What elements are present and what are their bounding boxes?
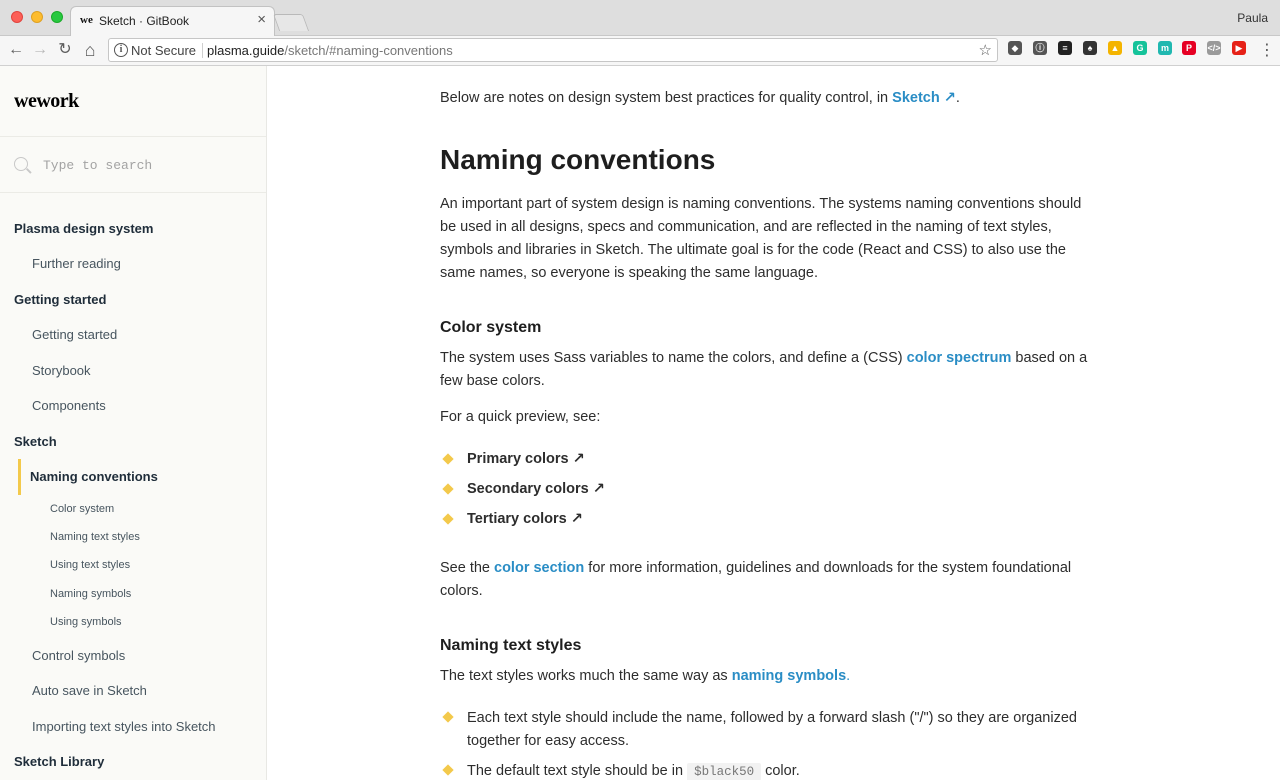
- search-input[interactable]: [43, 154, 253, 176]
- text-style-bullet-2: The default text style should be in $bla…: [467, 760, 1107, 780]
- sidebar-item-components[interactable]: Components: [32, 398, 266, 413]
- text-styles-paragraph: The text styles works much the same way …: [440, 665, 1100, 688]
- primary-colors-link[interactable]: Primary colors ↗: [467, 448, 1107, 471]
- diamond-bullet-icon: [442, 764, 454, 776]
- sidebar-item-control-symbols[interactable]: Control symbols: [32, 648, 266, 663]
- new-tab-button[interactable]: [272, 14, 310, 31]
- sidebar-item-naming-conventions[interactable]: Naming conventions: [30, 469, 266, 484]
- address-bar[interactable]: i Not Secure plasma.guide/sketch/#naming…: [108, 38, 998, 62]
- reload-icon[interactable]: ↻: [55, 40, 75, 60]
- sidebar-item-sketch[interactable]: Sketch: [14, 434, 266, 449]
- secondary-colors-link[interactable]: Secondary colors ↗: [467, 478, 1107, 501]
- url-text[interactable]: plasma.guide/sketch/#naming-conventions: [207, 43, 453, 58]
- sidebar-item-using-symbols[interactable]: Using symbols: [50, 616, 266, 628]
- black50-code: $black50: [687, 763, 762, 780]
- browser-tab-active[interactable]: we Sketch · GitBook ×: [70, 6, 275, 37]
- search-icon: [14, 157, 28, 171]
- back-arrow-icon[interactable]: ←: [6, 40, 26, 60]
- profile-name[interactable]: Paula: [1237, 11, 1268, 25]
- minimize-window-button[interactable]: [31, 11, 43, 23]
- color-section-link[interactable]: color section: [494, 560, 584, 576]
- preview-text: For a quick preview, see:: [440, 409, 601, 425]
- sketch-link[interactable]: Sketch ↗: [892, 90, 956, 106]
- tab-close-icon[interactable]: ×: [257, 11, 266, 28]
- browser-tab-strip: we Sketch · GitBook × Paula: [0, 0, 1280, 37]
- url-path: /sketch/#naming-conventions: [284, 43, 453, 58]
- sidebar-item-sketch-library[interactable]: Sketch Library: [14, 754, 266, 769]
- maximize-window-button[interactable]: [51, 11, 63, 23]
- see-text: See the: [440, 560, 495, 576]
- color-spectrum-link[interactable]: color spectrum: [907, 350, 1012, 366]
- sidebar-divider: [0, 136, 266, 137]
- see-color-paragraph: See the color section for more informati…: [440, 557, 1100, 603]
- sidebar-item-importing-text-styles-into-sketch[interactable]: Importing text styles into Sketch: [32, 719, 266, 734]
- color-system-paragraph: The system uses Sass variables to name t…: [440, 347, 1100, 393]
- wework-logo[interactable]: wework: [14, 90, 79, 113]
- pinterest-extension-icon[interactable]: P: [1182, 41, 1196, 55]
- info-extension-icon[interactable]: ⓘ: [1033, 41, 1047, 55]
- sidebar: wework Plasma design system Further readi…: [0, 66, 267, 780]
- main-content: Below are notes on design system best pr…: [268, 66, 1280, 780]
- code-extension-icon[interactable]: </>: [1207, 41, 1221, 55]
- bookmark-star-icon[interactable]: ☆: [979, 41, 992, 59]
- text-styles-suffix: .: [846, 668, 851, 684]
- sidebar-item-storybook[interactable]: Storybook: [32, 363, 266, 378]
- sidebar-item-getting-started[interactable]: Getting started: [14, 292, 266, 307]
- active-item-indicator: [18, 459, 21, 495]
- home-icon[interactable]: ⌂: [80, 40, 100, 60]
- grammarly-extension-icon[interactable]: G: [1133, 41, 1147, 55]
- bullet2-suffix: color.: [761, 763, 800, 779]
- pocket-extension-icon[interactable]: ◆: [1008, 41, 1022, 55]
- url-separator: [202, 43, 203, 58]
- sidebar-item-plasma-design-system[interactable]: Plasma design system: [14, 221, 266, 236]
- naming-text-styles-heading: Naming text styles: [440, 637, 582, 654]
- security-label[interactable]: Not Secure: [131, 43, 196, 58]
- drive-extension-icon[interactable]: ▲: [1108, 41, 1122, 55]
- page-heading: Naming conventions: [440, 144, 716, 175]
- color-system-heading: Color system: [440, 319, 542, 336]
- diamond-bullet-icon: [442, 453, 454, 465]
- url-host: plasma.guide: [207, 43, 285, 58]
- evernote-extension-icon[interactable]: ♠: [1083, 41, 1097, 55]
- intro-text: Below are notes on design system best pr…: [440, 90, 893, 106]
- tertiary-colors-link[interactable]: Tertiary colors ↗: [467, 508, 1107, 531]
- buffer-extension-icon[interactable]: ≡: [1058, 41, 1072, 55]
- text-style-bullet-1: Each text style should include the name,…: [467, 710, 1077, 749]
- intro-paragraph: Below are notes on design system best pr…: [440, 87, 1100, 110]
- browser-menu-icon[interactable]: ⋮: [1259, 40, 1275, 60]
- naming-symbols-link[interactable]: naming symbols: [732, 668, 846, 684]
- naming-paragraph: An important part of system design is na…: [440, 196, 1082, 281]
- tab-title: Sketch · GitBook: [99, 14, 190, 28]
- color-text: The system uses Sass variables to name t…: [440, 350, 907, 366]
- diamond-bullet-icon: [442, 483, 454, 495]
- sidebar-item-using-text-styles[interactable]: Using text styles: [50, 559, 266, 571]
- sidebar-item-further-reading[interactable]: Further reading: [32, 256, 266, 271]
- wework-favicon-icon: we: [80, 14, 93, 26]
- youtube-extension-icon[interactable]: ▶: [1232, 41, 1246, 55]
- bullet2-text: The default text style should be in: [467, 763, 688, 779]
- sidebar-item-naming-symbols[interactable]: Naming symbols: [50, 588, 266, 600]
- intro-suffix: .: [955, 90, 960, 106]
- sidebar-item-color-system[interactable]: Color system: [50, 503, 266, 515]
- sidebar-divider: [0, 192, 266, 193]
- close-window-button[interactable]: [11, 11, 23, 23]
- diamond-bullet-icon: [442, 513, 454, 525]
- forward-arrow-icon[interactable]: →: [30, 40, 50, 60]
- m-extension-icon[interactable]: m: [1158, 41, 1172, 55]
- sidebar-item-naming-text-styles[interactable]: Naming text styles: [50, 531, 266, 543]
- text-styles-text: The text styles works much the same way …: [440, 668, 732, 684]
- diamond-bullet-icon: [442, 711, 454, 723]
- info-icon[interactable]: i: [114, 43, 128, 57]
- sidebar-item-auto-save-in-sketch[interactable]: Auto save in Sketch: [32, 683, 266, 698]
- sidebar-item-getting-started[interactable]: Getting started: [32, 327, 266, 342]
